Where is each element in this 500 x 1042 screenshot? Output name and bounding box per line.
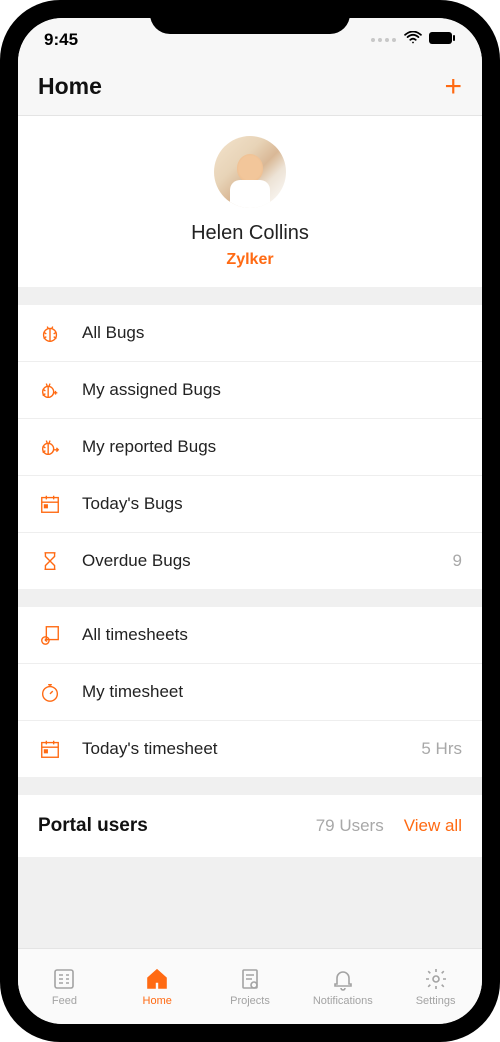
- tab-projects[interactable]: Projects: [204, 949, 297, 1024]
- gear-icon: [423, 966, 449, 992]
- add-button[interactable]: +: [444, 72, 462, 102]
- profile-card[interactable]: Helen Collins Zylker: [18, 116, 482, 287]
- portal-view-all-link[interactable]: View all: [404, 816, 462, 836]
- bugs-section: All Bugs My assigned Bugs My reported Bu…: [18, 305, 482, 589]
- hourglass-icon: [38, 549, 62, 573]
- status-time: 9:45: [44, 30, 78, 50]
- profile-name: Helen Collins: [18, 222, 482, 245]
- battery-icon: [428, 30, 456, 50]
- phone-frame: 9:45 Home + Helen Collins Zylker: [0, 0, 500, 1042]
- tab-label: Notifications: [313, 995, 373, 1007]
- projects-icon: [237, 966, 263, 992]
- calendar-icon: [38, 492, 62, 516]
- status-indicators: [371, 30, 456, 50]
- list-label: Today's Bugs: [82, 494, 462, 514]
- tab-home[interactable]: Home: [111, 949, 204, 1024]
- list-label: All timesheets: [82, 625, 462, 645]
- list-item-my-assigned-bugs[interactable]: My assigned Bugs: [18, 362, 482, 419]
- bug-icon: [38, 321, 62, 345]
- portal-count: 79 Users: [316, 816, 384, 836]
- list-badge: 9: [453, 551, 462, 571]
- bug-reported-icon: [38, 435, 62, 459]
- timesheets-section: All timesheets My timesheet Today's time…: [18, 607, 482, 777]
- list-item-my-reported-bugs[interactable]: My reported Bugs: [18, 419, 482, 476]
- header-bar: Home +: [18, 62, 482, 116]
- signal-dots-icon: [371, 38, 396, 42]
- content-area: Helen Collins Zylker All Bugs My assigne…: [18, 116, 482, 948]
- list-label: My assigned Bugs: [82, 380, 462, 400]
- tab-feed[interactable]: Feed: [18, 949, 111, 1024]
- bell-icon: [330, 966, 356, 992]
- tab-notifications[interactable]: Notifications: [296, 949, 389, 1024]
- list-label: All Bugs: [82, 323, 462, 343]
- section-gap: [18, 589, 482, 607]
- home-icon: [144, 966, 170, 992]
- tab-bar: Feed Home Projects Notifications: [18, 948, 482, 1024]
- list-label: My timesheet: [82, 682, 462, 702]
- list-label: My reported Bugs: [82, 437, 462, 457]
- tab-label: Projects: [230, 995, 270, 1007]
- calendar-icon: [38, 737, 62, 761]
- screen: 9:45 Home + Helen Collins Zylker: [18, 18, 482, 1024]
- bug-assigned-icon: [38, 378, 62, 402]
- list-item-my-timesheet[interactable]: My timesheet: [18, 664, 482, 721]
- tab-label: Settings: [416, 995, 456, 1007]
- portal-users-row[interactable]: Portal users 79 Users View all: [18, 795, 482, 857]
- timesheet-all-icon: [38, 623, 62, 647]
- list-item-overdue-bugs[interactable]: Overdue Bugs 9: [18, 533, 482, 589]
- list-item-all-bugs[interactable]: All Bugs: [18, 305, 482, 362]
- wifi-icon: [404, 30, 422, 50]
- list-item-all-timesheets[interactable]: All timesheets: [18, 607, 482, 664]
- tab-label: Home: [143, 995, 172, 1007]
- avatar: [214, 136, 286, 208]
- profile-org: Zylker: [18, 251, 482, 269]
- list-label: Overdue Bugs: [82, 551, 453, 571]
- section-gap: [18, 287, 482, 305]
- tab-label: Feed: [52, 995, 77, 1007]
- portal-title: Portal users: [38, 815, 316, 837]
- list-badge: 5 Hrs: [421, 739, 462, 759]
- list-item-todays-bugs[interactable]: Today's Bugs: [18, 476, 482, 533]
- list-item-todays-timesheet[interactable]: Today's timesheet 5 Hrs: [18, 721, 482, 777]
- list-label: Today's timesheet: [82, 739, 421, 759]
- tab-settings[interactable]: Settings: [389, 949, 482, 1024]
- feed-icon: [51, 966, 77, 992]
- page-title: Home: [38, 73, 102, 100]
- section-gap: [18, 777, 482, 795]
- notch: [150, 0, 350, 34]
- stopwatch-icon: [38, 680, 62, 704]
